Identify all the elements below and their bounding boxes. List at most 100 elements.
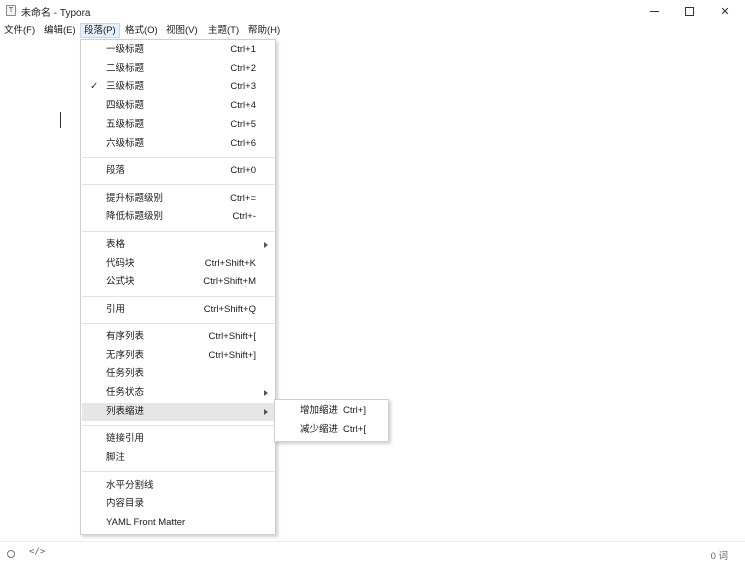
menu-separator — [82, 157, 275, 158]
menu-item-shortcut: Ctrl+Shift+K — [204, 258, 256, 269]
menu-item-shortcut: Ctrl+1 — [230, 44, 256, 55]
checkmark-icon: ✓ — [90, 81, 99, 92]
maximize-button[interactable] — [671, 0, 707, 22]
word-count[interactable]: 0 词 — [711, 548, 728, 562]
submenu-arrow-icon — [264, 390, 268, 396]
menu-item-label: 六级标题 — [106, 138, 145, 149]
menu-item-shortcut: Ctrl+6 — [230, 138, 256, 149]
menu-item-shortcut: Ctrl+- — [232, 211, 257, 222]
menu-item-table-of-contents[interactable]: 内容目录 — [82, 495, 275, 513]
status-bar: </> 0 词 — [0, 541, 745, 565]
menu-item-shortcut: Ctrl+Shift+Q — [203, 304, 256, 315]
menu-item-heading-3[interactable]: ✓ 三级标题 Ctrl+3 — [82, 78, 275, 96]
menu-item-shortcut: Ctrl+0 — [230, 165, 256, 176]
menu-separator — [82, 425, 275, 426]
menu-item-paragraph[interactable]: 段落 Ctrl+0 — [82, 162, 275, 180]
menu-item-link-reference[interactable]: 链接引用 — [82, 430, 275, 448]
menu-separator — [82, 184, 275, 185]
outline-circle-icon[interactable] — [7, 550, 15, 558]
menu-item-shortcut: Ctrl+Shift+M — [203, 276, 256, 287]
menu-item-heading-2[interactable]: 二级标题 Ctrl+2 — [82, 60, 275, 78]
menu-item-increase-indent[interactable]: 增加缩进 Ctrl+] — [276, 402, 388, 420]
menu-item-table[interactable]: 表格 — [82, 236, 275, 254]
menu-item-footnote[interactable]: 脚注 — [82, 449, 275, 467]
menu-item-label: 三级标题 — [106, 81, 145, 92]
menu-item-label: 减少缩进 — [300, 424, 339, 435]
menu-item-code-block[interactable]: 代码块 Ctrl+Shift+K — [82, 255, 275, 273]
menu-view[interactable]: 视图(V) — [163, 23, 201, 38]
menu-item-label: 列表缩进 — [106, 406, 145, 417]
minimize-icon — [649, 10, 659, 12]
menu-item-label: 降低标题级别 — [106, 211, 164, 222]
menu-item-label: 四级标题 — [106, 100, 145, 111]
menu-item-task-list[interactable]: 任务列表 — [82, 365, 275, 383]
menu-item-label: 五级标题 — [106, 119, 145, 130]
list-indent-submenu: 增加缩进 Ctrl+] 减少缩进 Ctrl+[ — [274, 399, 389, 442]
menu-item-label: 有序列表 — [106, 331, 145, 342]
menu-item-label: 链接引用 — [106, 433, 145, 444]
menu-item-shortcut: Ctrl+5 — [230, 119, 256, 130]
menu-bar: 文件(F) 编辑(E) 段落(P) 格式(O) 视图(V) 主题(T) 帮助(H… — [0, 22, 745, 39]
close-icon: ✕ — [720, 4, 730, 18]
menu-item-shortcut: Ctrl+2 — [230, 63, 256, 74]
menu-item-yaml-front-matter[interactable]: YAML Front Matter — [82, 514, 275, 532]
menu-item-label: 任务状态 — [106, 387, 145, 398]
menu-item-label: 代码块 — [106, 258, 135, 269]
menu-item-label: 公式块 — [106, 276, 135, 287]
menu-item-label: 内容目录 — [106, 498, 145, 509]
menu-item-shortcut: Ctrl+[ — [343, 424, 366, 435]
menu-item-label: 脚注 — [106, 452, 126, 463]
menu-item-heading-5[interactable]: 五级标题 Ctrl+5 — [82, 116, 275, 134]
menu-item-heading-1[interactable]: 一级标题 Ctrl+1 — [82, 41, 275, 59]
menu-item-label: 段落 — [106, 165, 126, 176]
paragraph-menu: 一级标题 Ctrl+1 二级标题 Ctrl+2 ✓ 三级标题 Ctrl+3 四级… — [80, 39, 276, 535]
maximize-icon — [684, 6, 694, 16]
menu-separator — [82, 471, 275, 472]
menu-item-quote[interactable]: 引用 Ctrl+Shift+Q — [82, 301, 275, 319]
menu-help[interactable]: 帮助(H) — [245, 23, 283, 38]
menu-item-heading-4[interactable]: 四级标题 Ctrl+4 — [82, 97, 275, 115]
menu-item-shortcut: Ctrl+3 — [230, 81, 256, 92]
close-button[interactable]: ✕ — [707, 0, 743, 22]
menu-item-math-block[interactable]: 公式块 Ctrl+Shift+M — [82, 273, 275, 291]
menu-paragraph[interactable]: 段落(P) — [80, 23, 120, 38]
menu-theme[interactable]: 主题(T) — [205, 23, 242, 38]
menu-item-ordered-list[interactable]: 有序列表 Ctrl+Shift+[ — [82, 328, 275, 346]
submenu-arrow-icon — [264, 242, 268, 248]
minimize-button[interactable] — [636, 0, 672, 22]
menu-item-list-indent[interactable]: 列表缩进 — [82, 403, 275, 421]
menu-item-unordered-list[interactable]: 无序列表 Ctrl+Shift+] — [82, 347, 275, 365]
text-caret — [60, 112, 61, 128]
menu-item-task-status[interactable]: 任务状态 — [82, 384, 275, 402]
source-code-icon[interactable]: </> — [29, 547, 45, 557]
menu-file[interactable]: 文件(F) — [1, 23, 38, 38]
menu-item-label: 提升标题级别 — [106, 193, 164, 204]
menu-item-label: YAML Front Matter — [106, 517, 186, 528]
menu-item-label: 表格 — [106, 239, 126, 250]
menu-item-decrease-indent[interactable]: 减少缩进 Ctrl+[ — [276, 421, 388, 439]
window-title: 未命名 - Typora — [21, 8, 91, 19]
menu-item-promote-heading[interactable]: 提升标题级别 Ctrl+= — [82, 190, 275, 208]
menu-item-shortcut: Ctrl+Shift+] — [208, 350, 256, 361]
menu-edit[interactable]: 编辑(E) — [41, 23, 79, 38]
menu-format[interactable]: 格式(O) — [122, 23, 161, 38]
menu-item-label: 任务列表 — [106, 368, 145, 379]
menu-item-heading-6[interactable]: 六级标题 Ctrl+6 — [82, 135, 275, 153]
menu-item-shortcut: Ctrl+Shift+[ — [208, 331, 256, 342]
menu-item-demote-heading[interactable]: 降低标题级别 Ctrl+- — [82, 208, 275, 226]
menu-item-horizontal-rule[interactable]: 水平分割线 — [82, 477, 275, 495]
menu-item-label: 二级标题 — [106, 63, 145, 74]
menu-item-shortcut: Ctrl+= — [230, 193, 256, 204]
menu-separator — [82, 323, 275, 324]
menu-item-label: 增加缩进 — [300, 405, 339, 416]
submenu-arrow-icon — [264, 409, 268, 415]
menu-separator — [82, 296, 275, 297]
menu-separator — [82, 231, 275, 232]
menu-item-shortcut: Ctrl+] — [343, 405, 366, 416]
menu-item-shortcut: Ctrl+4 — [230, 100, 256, 111]
title-bar: T 未命名 - Typora ✕ — [0, 0, 745, 22]
menu-item-label: 引用 — [106, 304, 126, 315]
menu-item-label: 水平分割线 — [106, 480, 154, 491]
menu-item-label: 一级标题 — [106, 44, 145, 55]
typora-app-icon: T — [6, 5, 16, 16]
